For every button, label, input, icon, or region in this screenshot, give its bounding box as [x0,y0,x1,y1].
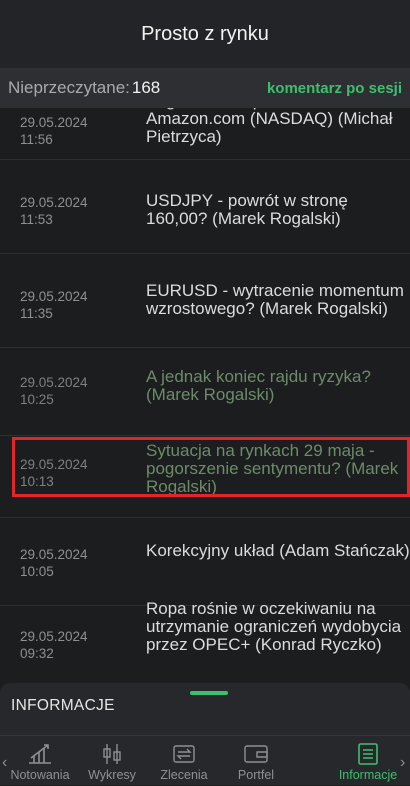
unread-bar: Nieprzeczytane: 168 komentarz po sesji [0,68,410,108]
candlestick-icon [103,744,121,764]
tab-informacje[interactable]: Informacje [332,736,404,786]
news-date: 29.05.2024 10:05 [20,547,88,579]
news-list[interactable]: 29.05.2024 11:56 Zagraniczna spółka dnia… [0,108,410,683]
news-item[interactable]: 29.05.2024 11:56 Zagraniczna spółka dnia… [0,108,410,160]
news-headline: Ropa rośnie w oczekiwaniu na utrzymanie … [146,600,402,654]
news-headline: Korekcyjny układ (Adam Stańczak) [146,542,410,560]
tab-label: Wykresy [88,768,136,782]
tab-wykresy[interactable]: Wykresy [76,736,148,786]
news-item[interactable]: 29.05.2024 09:32 Ropa rośnie w oczekiwan… [0,600,410,683]
news-date: 29.05.2024 11:35 [20,289,88,321]
drag-handle[interactable] [190,691,228,695]
chevron-right-icon[interactable]: › [400,754,405,772]
bottom-tab-bar: ‹ Notowania Wykresy Zlecenia Portfel Inf… [0,735,410,786]
tab-zlecenia[interactable]: Zlecenia [148,736,220,786]
news-headline: EURUSD - wytracenie momentum wzrostowego… [146,282,404,318]
tab-notowania[interactable]: Notowania [4,736,76,786]
news-date: 29.05.2024 10:25 [20,375,88,407]
page-title: Prosto z rynku [141,22,269,45]
tab-portfel[interactable]: Portfel [220,736,292,786]
bottom-sheet[interactable]: INFORMACJE ‹ Notowania Wykresy Zlecenia … [0,683,410,785]
app-header: Prosto z rynku [0,0,410,69]
unread-label: Nieprzeczytane: [8,78,130,97]
news-item[interactable]: 29.05.2024 11:35 EURUSD - wytracenie mom… [0,254,410,348]
chart-growth-icon [29,744,51,764]
exchange-icon [173,745,195,763]
news-date: 29.05.2024 11:53 [20,195,88,227]
news-headline: Zagraniczna spółka dnia- Amazon.com (NAS… [146,108,393,146]
news-date: 29.05.2024 11:56 [20,115,88,147]
tab-label: Informacje [338,768,398,782]
news-item[interactable]: 29.05.2024 10:25 A jednak koniec rajdu r… [0,348,410,436]
news-item-selected[interactable]: 29.05.2024 10:13 Sytuacja na rynkach 29 … [0,436,410,518]
tab-label: Notowania [10,768,70,782]
wallet-icon [244,745,268,763]
sheet-title: INFORMACJE [11,697,115,714]
news-headline: Sytuacja na rynkach 29 maja - pogorszeni… [146,442,399,496]
news-headline: USDJPY - powrót w stronę 160,00? (Marek … [146,192,348,228]
session-comment-link[interactable]: komentarz po sesji [267,80,402,97]
tab-label: Zlecenia [160,768,208,782]
news-date: 29.05.2024 10:13 [20,457,88,489]
unread-count: 168 [131,78,161,97]
tab-label: Portfel [237,768,275,782]
news-headline: A jednak koniec rajdu ryzyka? (Marek Rog… [146,368,371,404]
news-item[interactable]: 29.05.2024 11:53 USDJPY - powrót w stron… [0,160,410,254]
news-icon [358,743,378,765]
news-date: 29.05.2024 09:32 [20,629,88,661]
news-item[interactable]: 29.05.2024 10:05 Korekcyjny układ (Adam … [0,518,410,606]
